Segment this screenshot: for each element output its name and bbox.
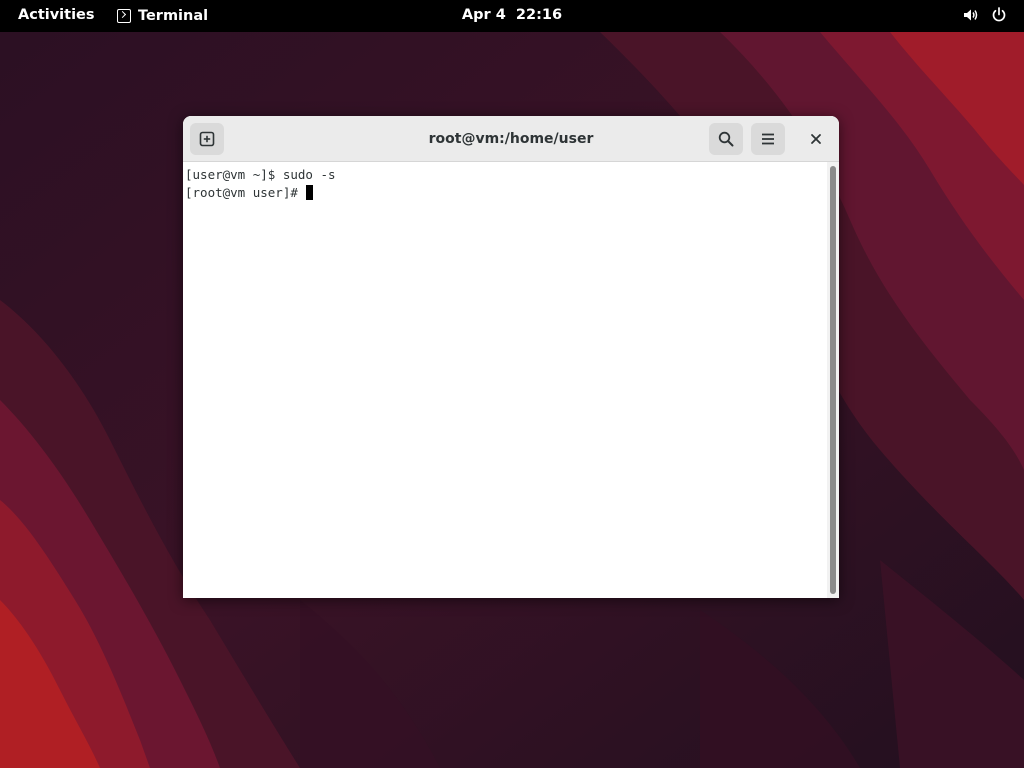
scrollbar-thumb[interactable]	[830, 166, 836, 594]
close-button[interactable]	[804, 128, 828, 150]
new-tab-button[interactable]	[190, 123, 224, 155]
power-icon[interactable]	[990, 6, 1008, 24]
main-menu-button[interactable]	[751, 123, 785, 155]
terminal-prompt-text: [root@vm user]#	[185, 185, 306, 200]
search-icon	[718, 131, 734, 147]
terminal-line: [user@vm ~]$ sudo -s	[185, 166, 827, 184]
activities-button[interactable]: Activities	[18, 7, 95, 23]
terminal-line-text: [user@vm ~]$ sudo -s	[185, 167, 336, 182]
clock-button[interactable]: Apr 4 22:16	[462, 7, 562, 23]
terminal-scrollbar[interactable]	[827, 162, 839, 598]
text-cursor	[306, 185, 314, 200]
search-button[interactable]	[709, 123, 743, 155]
app-menu-terminal[interactable]: Terminal	[117, 0, 208, 32]
terminal-prompt-line: [root@vm user]#	[185, 184, 827, 202]
header-bar[interactable]: root@vm:/home/user	[183, 116, 839, 162]
app-menu-label: Terminal	[138, 8, 209, 24]
terminal-window: root@vm:/home/user [user@vm ~]$ sudo -s …	[183, 116, 839, 598]
terminal-icon	[117, 9, 131, 23]
system-tray[interactable]	[962, 6, 1008, 24]
volume-icon[interactable]	[962, 6, 980, 24]
close-icon	[811, 134, 821, 144]
terminal-output[interactable]: [user@vm ~]$ sudo -s [root@vm user]#	[183, 162, 827, 598]
new-tab-icon	[199, 131, 215, 147]
hamburger-menu-icon	[762, 133, 774, 145]
top-bar: Activities Terminal Apr 4 22:16	[0, 0, 1024, 32]
